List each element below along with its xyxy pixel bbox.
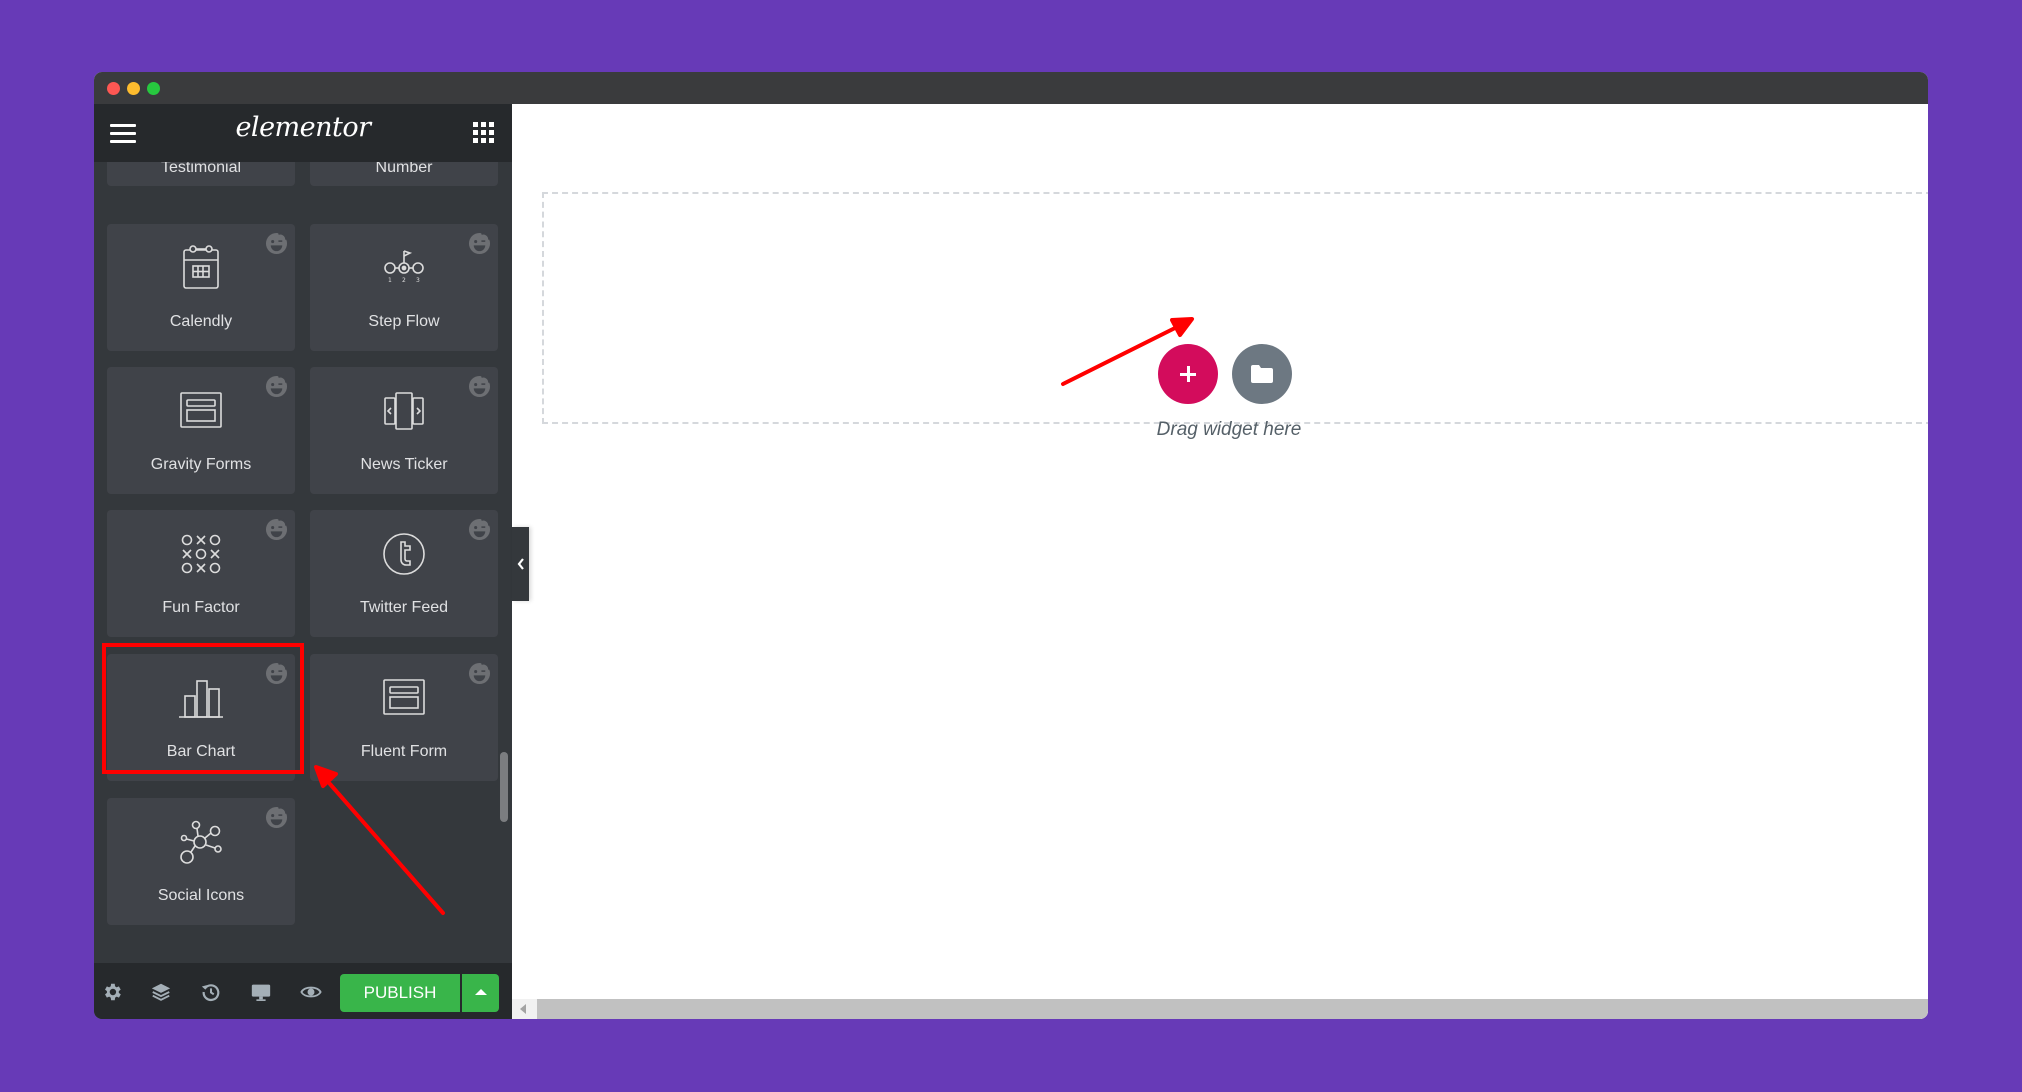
social-network-icon	[180, 820, 222, 864]
widget-label: Fluent Form	[360, 743, 448, 760]
horizontal-scrollbar[interactable]	[512, 999, 1928, 1019]
minimize-window-button[interactable]	[127, 82, 140, 95]
widget-label: Gravity Forms	[150, 456, 252, 473]
pro-badge-icon	[468, 662, 491, 685]
widget-tile-news-ticker[interactable]: News Ticker	[310, 367, 498, 494]
widget-tile-step-flow[interactable]: 1 2 3 Step Flow	[310, 224, 498, 351]
bar-chart-icon	[179, 680, 223, 718]
panel-header: elementor	[94, 104, 512, 162]
svg-text:2: 2	[402, 277, 406, 284]
chevron-left-icon	[517, 558, 524, 570]
widget-label: Step Flow	[368, 313, 440, 330]
drop-zone[interactable]: Drag widget here	[542, 192, 1928, 440]
title-bar	[94, 72, 1928, 104]
tic-tac-toe-icon	[181, 534, 221, 574]
elementor-logo: elementor	[235, 112, 371, 143]
folder-icon	[1251, 365, 1273, 383]
close-window-button[interactable]	[107, 82, 120, 95]
layers-icon[interactable]	[150, 981, 172, 1003]
history-icon[interactable]	[200, 981, 222, 1003]
scrollbar-thumb[interactable]	[537, 999, 1928, 1019]
widget-label: Fun Factor	[162, 599, 240, 616]
tumblr-icon	[383, 533, 425, 575]
pro-badge-icon	[468, 232, 491, 255]
responsive-icon[interactable]	[250, 981, 272, 1003]
pro-badge-icon	[265, 518, 288, 541]
widget-panel: elementor Testimonial Number Calendly 1 …	[94, 104, 512, 1019]
pro-badge-icon	[468, 375, 491, 398]
editor-canvas: Drag widget here	[512, 104, 1928, 1019]
widget-tile-fun-factor[interactable]: Fun Factor	[107, 510, 295, 637]
widget-label: Calendly	[169, 313, 233, 330]
widget-label: News Ticker	[360, 456, 448, 473]
panel-footer: PUBLISH	[94, 963, 512, 1019]
pro-badge-icon	[265, 806, 288, 829]
add-template-button[interactable]	[1232, 344, 1292, 404]
grid-icon[interactable]	[473, 122, 494, 143]
pro-badge-icon	[265, 375, 288, 398]
news-ticker-icon	[384, 392, 424, 430]
browser-window: elementor Testimonial Number Calendly 1 …	[94, 72, 1928, 1019]
pro-badge-icon	[265, 662, 288, 685]
preview-icon[interactable]	[300, 981, 322, 1003]
step-flow-icon: 1 2 3	[384, 250, 424, 284]
widget-label: Bar Chart	[166, 743, 236, 760]
widget-tile-social-icons[interactable]: Social Icons	[107, 798, 295, 925]
collapse-panel-button[interactable]	[512, 527, 529, 601]
panel-scrollbar[interactable]	[500, 752, 508, 822]
widget-tile-bar-chart[interactable]: Bar Chart	[107, 654, 295, 781]
widget-tile-calendly[interactable]: Calendly	[107, 224, 295, 351]
form-icon	[180, 392, 222, 428]
scroll-left-icon[interactable]	[520, 1004, 526, 1014]
calendar-icon	[183, 245, 219, 289]
drag-widget-hint: Drag widget here	[1156, 419, 1302, 440]
widget-tile-twitter-feed[interactable]: Twitter Feed	[310, 510, 498, 637]
widget-tile-gravity-forms[interactable]: Gravity Forms	[107, 367, 295, 494]
publish-options-button[interactable]	[462, 974, 499, 1012]
pro-badge-icon	[468, 518, 491, 541]
svg-text:3: 3	[416, 277, 420, 284]
widget-label: Twitter Feed	[359, 599, 449, 616]
add-section-button[interactable]	[1158, 344, 1218, 404]
pro-badge-icon	[265, 232, 288, 255]
publish-button[interactable]: PUBLISH	[340, 974, 460, 1012]
settings-icon[interactable]	[101, 981, 123, 1003]
widget-label: Social Icons	[157, 887, 245, 904]
maximize-window-button[interactable]	[147, 82, 160, 95]
svg-text:1: 1	[388, 277, 392, 284]
form-icon	[383, 679, 425, 715]
widget-tile-fluent-form[interactable]: Fluent Form	[310, 654, 498, 781]
